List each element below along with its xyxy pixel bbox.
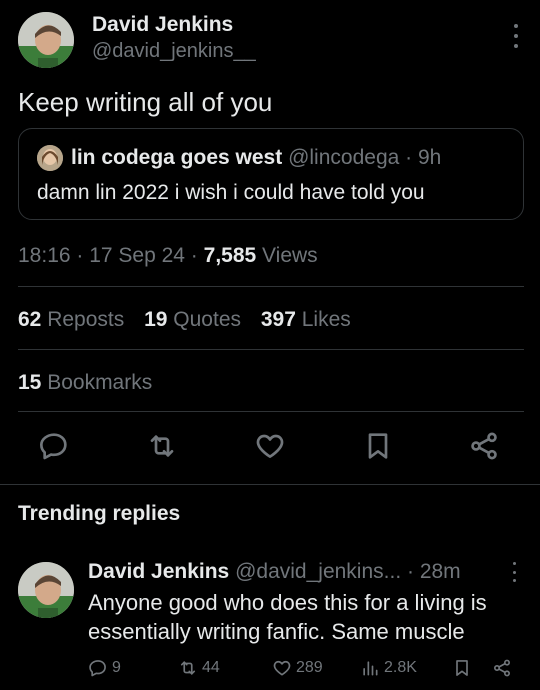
views-label: Views <box>256 244 318 267</box>
quote-header: lin codega goes west @lincodega · 9h <box>71 145 441 171</box>
like-count: 289 <box>296 659 323 676</box>
repost-icon <box>178 658 198 678</box>
author-block: David Jenkins @david_jenkins__ <box>92 12 256 64</box>
tweet-text: Keep writing all of you <box>18 87 273 117</box>
bookmark-icon[interactable] <box>362 430 394 462</box>
section-title: Trending replies <box>18 502 181 525</box>
divider <box>18 349 524 350</box>
heart-icon <box>272 658 292 678</box>
quoted-tweet[interactable]: lin codega goes west @lincodega · 9h dam… <box>18 128 524 220</box>
quote-meta: @lincodega · 9h <box>288 146 442 169</box>
reply-meta: @david_jenkins... · 28m <box>235 560 461 583</box>
reply-icon[interactable] <box>38 430 70 462</box>
reply-author-avatar[interactable] <box>18 562 74 618</box>
author-avatar[interactable] <box>18 12 74 68</box>
quotes-stat[interactable]: 19 Quotes <box>144 308 241 331</box>
share-icon <box>492 658 512 678</box>
reply-views-button[interactable]: 2.8K <box>360 656 417 680</box>
repost-icon[interactable] <box>146 430 178 462</box>
tweet-timestamp[interactable]: 18:16 · 17 Sep 24 · <box>18 244 204 267</box>
more-icon[interactable] <box>510 562 518 582</box>
reply-author-name[interactable]: David Jenkins <box>88 560 229 583</box>
divider <box>18 411 524 412</box>
engagement-stats: 62 Reposts 19 Quotes 397 Likes <box>18 306 365 334</box>
views-icon <box>360 658 380 678</box>
reply-repost-button[interactable]: 44 <box>178 656 220 680</box>
reply-bookmark-button[interactable] <box>452 656 472 680</box>
bookmark-icon <box>452 658 472 678</box>
reply-count: 9 <box>112 659 121 676</box>
views-count: 7,585 <box>203 244 257 267</box>
likes-stat[interactable]: 397 Likes <box>261 308 351 331</box>
section-divider <box>0 484 540 485</box>
bookmarks-stat[interactable]: 15 Bookmarks <box>18 369 152 397</box>
quote-text: damn lin 2022 i wish i could have told y… <box>37 181 425 204</box>
reposts-stat[interactable]: 62 Reposts <box>18 308 124 331</box>
reply-header: David Jenkins @david_jenkins... · 28m <box>88 558 461 586</box>
author-name[interactable]: David Jenkins <box>92 12 256 38</box>
reply-like-button[interactable]: 289 <box>272 656 323 680</box>
reply-action-bar: 9 44 289 2.8K <box>0 656 540 682</box>
author-handle[interactable]: @david_jenkins__ <box>92 38 256 64</box>
share-icon[interactable] <box>468 430 500 462</box>
reply-icon <box>88 658 108 678</box>
reply-reply-button[interactable]: 9 <box>88 656 121 680</box>
divider <box>18 286 524 287</box>
reply-share-button[interactable] <box>492 656 512 680</box>
quote-author-name: lin codega goes west <box>71 146 283 169</box>
tweet-meta: 18:16 · 17 Sep 24 · 7,585 Views <box>18 242 318 270</box>
views-count: 2.8K <box>384 659 417 676</box>
repost-count: 44 <box>202 659 220 676</box>
heart-icon[interactable] <box>254 430 286 462</box>
more-icon[interactable] <box>512 24 520 48</box>
action-bar <box>0 428 540 464</box>
reply-text: Anyone good who does this for a living i… <box>88 590 487 644</box>
quote-avatar <box>37 145 63 171</box>
